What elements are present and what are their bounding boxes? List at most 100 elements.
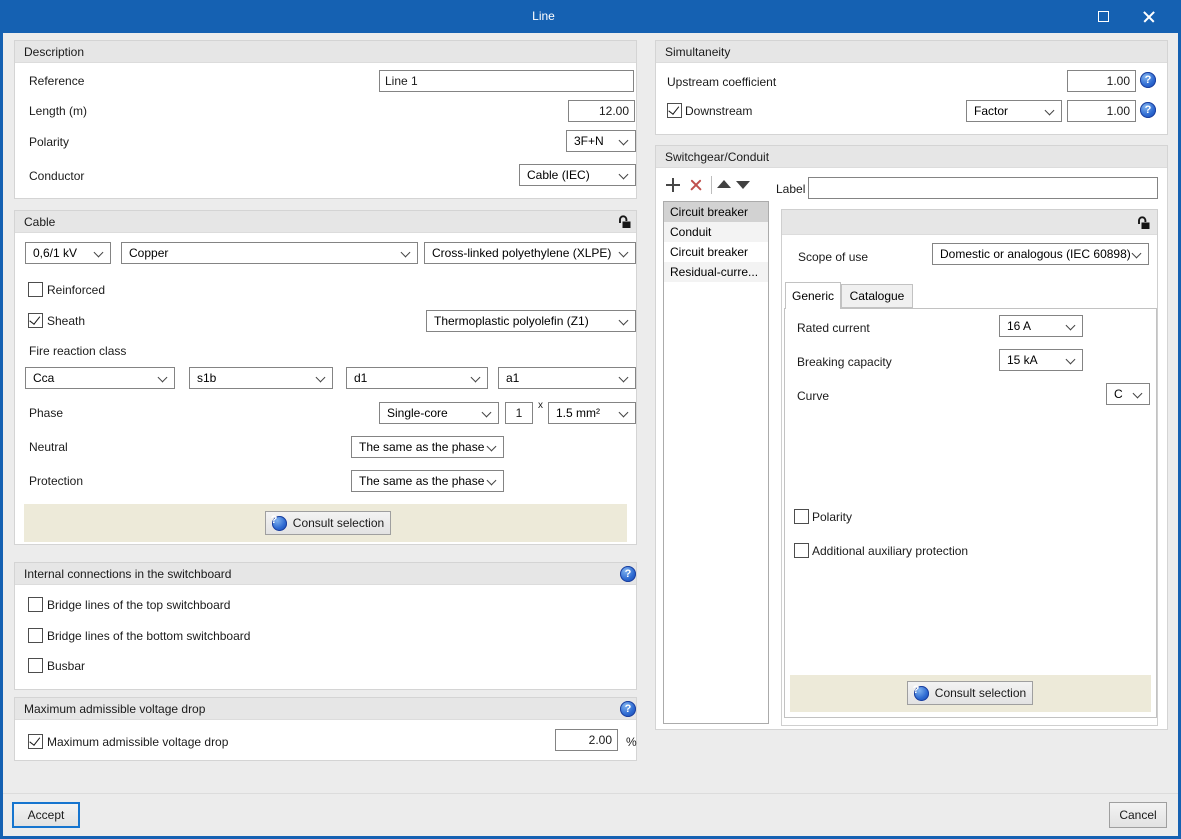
delete-icon[interactable] bbox=[688, 177, 704, 193]
device-list: Circuit breaker Conduit Circuit breaker … bbox=[663, 201, 769, 724]
toolbar-separator bbox=[711, 176, 712, 194]
fire-class-select-2[interactable]: s1b bbox=[189, 367, 333, 389]
polarity-label: Polarity bbox=[29, 135, 70, 149]
scope-of-use-select[interactable]: Domestic or analogous (IEC 60898) bbox=[932, 243, 1149, 265]
reinforced-checkbox[interactable] bbox=[28, 282, 43, 297]
help-icon[interactable] bbox=[1140, 102, 1156, 118]
tab-generic[interactable]: Generic bbox=[785, 282, 841, 309]
breaking-capacity-label: Breaking capacity bbox=[797, 355, 892, 369]
switchgear-header: Switchgear/Conduit bbox=[656, 146, 1167, 168]
curve-label: Curve bbox=[797, 389, 830, 403]
upstream-coefficient-label: Upstream coefficient bbox=[667, 75, 777, 89]
fire-class-select-1[interactable]: Cca bbox=[25, 367, 175, 389]
fire-class-label: Fire reaction class bbox=[29, 344, 127, 358]
length-input[interactable] bbox=[568, 100, 635, 122]
downstream-factor-select[interactable]: Factor bbox=[966, 100, 1062, 122]
titlebar: Line bbox=[0, 0, 1181, 33]
maximize-button[interactable] bbox=[1081, 0, 1126, 33]
sheath-label: Sheath bbox=[47, 314, 86, 328]
aux-protection-label: Additional auxiliary protection bbox=[812, 544, 969, 558]
unlock-icon[interactable] bbox=[1136, 215, 1151, 230]
busbar-label: Busbar bbox=[47, 659, 86, 673]
neutral-select[interactable]: The same as the phase bbox=[351, 436, 504, 458]
phase-type-select[interactable]: Single-core bbox=[379, 402, 499, 424]
sheath-select[interactable]: Thermoplastic polyolefin (Z1) bbox=[426, 310, 636, 332]
aux-protection-checkbox[interactable] bbox=[794, 543, 809, 558]
cable-consult-button-label: Consult selection bbox=[292, 516, 385, 530]
close-button[interactable] bbox=[1126, 0, 1171, 33]
voltage-drop-input[interactable] bbox=[555, 729, 618, 751]
cable-material-select[interactable]: Copper bbox=[121, 242, 418, 264]
rated-current-select[interactable]: 16 A bbox=[999, 315, 1083, 337]
move-down-icon[interactable] bbox=[736, 181, 750, 189]
phase-label: Phase bbox=[29, 406, 64, 420]
list-item[interactable]: Circuit breaker bbox=[664, 242, 768, 262]
tab-catalogue[interactable]: Catalogue bbox=[841, 284, 913, 308]
bridge-bottom-label: Bridge lines of the bottom switchboard bbox=[47, 629, 251, 643]
downstream-factor-input[interactable] bbox=[1067, 100, 1136, 122]
switchgear-section: Switchgear/Conduit Label Circuit breaker… bbox=[655, 145, 1168, 730]
bridge-top-checkbox[interactable] bbox=[28, 597, 43, 612]
move-up-icon[interactable] bbox=[717, 180, 731, 188]
protection-select[interactable]: The same as the phase bbox=[351, 470, 504, 492]
cable-section: Cable 0,6/1 kV Copper Cross-linked polye… bbox=[14, 210, 637, 545]
description-header: Description bbox=[15, 41, 636, 63]
bridge-top-label: Bridge lines of the top switchboard bbox=[47, 598, 231, 612]
voltage-drop-checkbox[interactable] bbox=[28, 734, 43, 749]
help-icon[interactable] bbox=[620, 701, 636, 717]
scope-of-use-label: Scope of use bbox=[798, 250, 869, 264]
cable-consult-button[interactable]: Consult selection bbox=[265, 511, 391, 535]
cable-voltage-select[interactable]: 0,6/1 kV bbox=[25, 242, 111, 264]
downstream-label: Downstream bbox=[685, 104, 753, 118]
curve-select[interactable]: C bbox=[1106, 383, 1150, 405]
line-dialog: Line Description Reference Length (m) Po… bbox=[0, 0, 1181, 839]
downstream-checkbox[interactable] bbox=[667, 103, 682, 118]
phase-times-label: x bbox=[538, 400, 543, 411]
phase-size-select[interactable]: 1.5 mm² bbox=[548, 402, 636, 424]
accept-button-label: Accept bbox=[27, 808, 65, 822]
polarity-checkbox[interactable] bbox=[794, 509, 809, 524]
generic-tab-page: Rated current 16 A Breaking capacity 15 … bbox=[784, 308, 1157, 718]
bridge-bottom-checkbox[interactable] bbox=[28, 628, 43, 643]
voltage-drop-unit: % bbox=[626, 735, 637, 749]
reinforced-label: Reinforced bbox=[47, 283, 106, 297]
upstream-coefficient-input[interactable] bbox=[1067, 70, 1136, 92]
unlock-icon[interactable] bbox=[617, 214, 632, 229]
breaking-capacity-select[interactable]: 15 kA bbox=[999, 349, 1083, 371]
device-panel: Scope of use Domestic or analogous (IEC … bbox=[781, 209, 1158, 726]
device-panel-header bbox=[782, 210, 1157, 235]
cancel-button[interactable]: Cancel bbox=[1109, 802, 1167, 828]
voltage-drop-label: Maximum admissible voltage drop bbox=[47, 735, 229, 749]
conductor-label: Conductor bbox=[29, 169, 85, 183]
list-item[interactable]: Residual-curre... bbox=[664, 262, 768, 282]
add-icon[interactable] bbox=[665, 177, 681, 193]
phase-count-input[interactable] bbox=[505, 402, 533, 424]
polarity-select[interactable]: 3F+N bbox=[566, 130, 636, 152]
window-title: Line bbox=[532, 9, 555, 23]
cable-header: Cable bbox=[15, 211, 636, 233]
footer-divider bbox=[3, 793, 1178, 794]
conductor-select[interactable]: Cable (IEC) bbox=[519, 164, 636, 186]
simultaneity-header: Simultaneity bbox=[656, 41, 1167, 63]
rated-current-label: Rated current bbox=[797, 321, 870, 335]
label-input[interactable] bbox=[808, 177, 1158, 199]
help-icon[interactable] bbox=[620, 566, 636, 582]
fire-class-select-3[interactable]: d1 bbox=[346, 367, 488, 389]
list-item[interactable]: Conduit bbox=[664, 222, 768, 242]
reference-input[interactable] bbox=[379, 70, 634, 92]
help-icon[interactable] bbox=[1140, 72, 1156, 88]
help-icon bbox=[271, 515, 287, 531]
busbar-checkbox[interactable] bbox=[28, 658, 43, 673]
sheath-checkbox[interactable] bbox=[28, 313, 43, 328]
device-consult-button[interactable]: Consult selection bbox=[907, 681, 1033, 705]
fire-class-select-4[interactable]: a1 bbox=[498, 367, 636, 389]
internal-connections-section: Internal connections in the switchboard … bbox=[14, 562, 637, 690]
cable-insulation-select[interactable]: Cross-linked polyethylene (XLPE) bbox=[424, 242, 636, 264]
voltage-drop-section: Maximum admissible voltage drop Maximum … bbox=[14, 697, 637, 761]
protection-label: Protection bbox=[29, 474, 84, 488]
accept-button[interactable]: Accept bbox=[12, 802, 80, 828]
reference-label: Reference bbox=[29, 74, 85, 88]
length-label: Length (m) bbox=[29, 104, 88, 118]
list-item[interactable]: Circuit breaker bbox=[664, 202, 768, 222]
cancel-button-label: Cancel bbox=[1119, 808, 1157, 822]
